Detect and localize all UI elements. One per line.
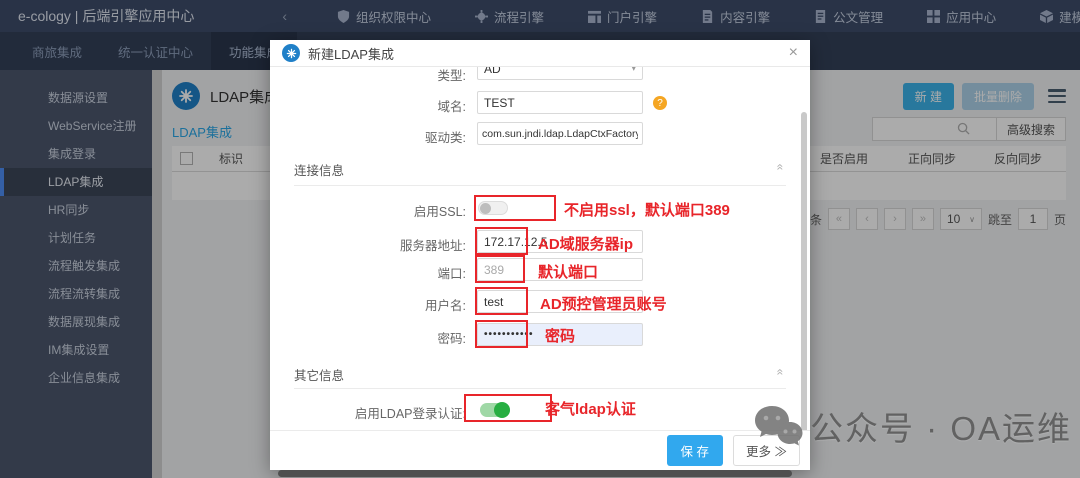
server-annotation-box bbox=[475, 227, 528, 255]
port-label: 端口: bbox=[437, 267, 466, 281]
server-annotation-note: AD域服务器ip bbox=[538, 236, 633, 253]
username-label: 用户名: bbox=[425, 299, 466, 313]
dialog-body: 类型: AD ▾ 域名: ? 驱动类: 连接信息 « 启用SSL: 不启用ssl… bbox=[270, 67, 810, 430]
ldap-auth-annotation-box bbox=[464, 394, 552, 422]
dialog-scrollbar[interactable] bbox=[801, 112, 807, 430]
enable-ssl-label: 启用SSL: bbox=[413, 205, 466, 219]
ldap-dialog-icon bbox=[282, 44, 300, 62]
other-section-title: 其它信息 bbox=[294, 369, 345, 383]
type-select[interactable]: AD ▾ bbox=[477, 67, 643, 80]
password-annotation-box bbox=[475, 320, 528, 348]
watermark: 公众号 · OA运维 bbox=[752, 400, 1072, 452]
save-button[interactable]: 保 存 bbox=[666, 435, 724, 466]
connection-section-title: 连接信息 bbox=[294, 164, 345, 178]
username-annotation-note: AD预控管理员账号 bbox=[540, 296, 667, 313]
dialog-footer: 保 存 更多 ≫ bbox=[270, 430, 810, 470]
wechat-icon bbox=[755, 406, 803, 446]
collapse-up-icon[interactable]: « bbox=[774, 164, 788, 171]
new-ldap-dialog: 新建LDAP集成 × 类型: AD ▾ 域名: ? 驱动类: 连接信息 « 启用… bbox=[270, 40, 810, 470]
collapse-up-icon[interactable]: « bbox=[774, 369, 788, 376]
password-label: 密码: bbox=[437, 332, 466, 346]
section-divider bbox=[294, 388, 786, 389]
close-icon[interactable]: × bbox=[789, 45, 798, 61]
port-annotation-box bbox=[475, 255, 525, 283]
help-icon[interactable]: ? bbox=[653, 96, 667, 110]
username-annotation-box bbox=[475, 287, 528, 315]
server-address-label: 服务器地址: bbox=[400, 239, 466, 253]
type-label: 类型: bbox=[437, 69, 466, 83]
port-annotation-note: 默认端口 bbox=[538, 264, 599, 281]
driver-class-label: 驱动类: bbox=[425, 131, 466, 145]
ssl-annotation-box bbox=[474, 195, 556, 221]
domain-label: 域名: bbox=[437, 100, 466, 114]
horizontal-scrollbar[interactable] bbox=[278, 470, 792, 477]
dialog-title: 新建LDAP集成 bbox=[308, 46, 394, 62]
ldap-auth-label: 启用LDAP登录认证: bbox=[354, 407, 466, 421]
chevron-down-icon: ▾ bbox=[631, 67, 636, 73]
ssl-annotation-note: 不启用ssl，默认端口389 bbox=[564, 202, 730, 219]
watermark-text: 公众号 · OA运维 bbox=[810, 410, 1073, 447]
driver-class-input[interactable] bbox=[477, 122, 643, 145]
ldap-auth-annotation-note: 客气ldap认证 bbox=[545, 401, 636, 418]
password-annotation-note: 密码 bbox=[545, 328, 576, 345]
domain-input[interactable] bbox=[477, 91, 643, 114]
section-divider bbox=[294, 185, 786, 186]
